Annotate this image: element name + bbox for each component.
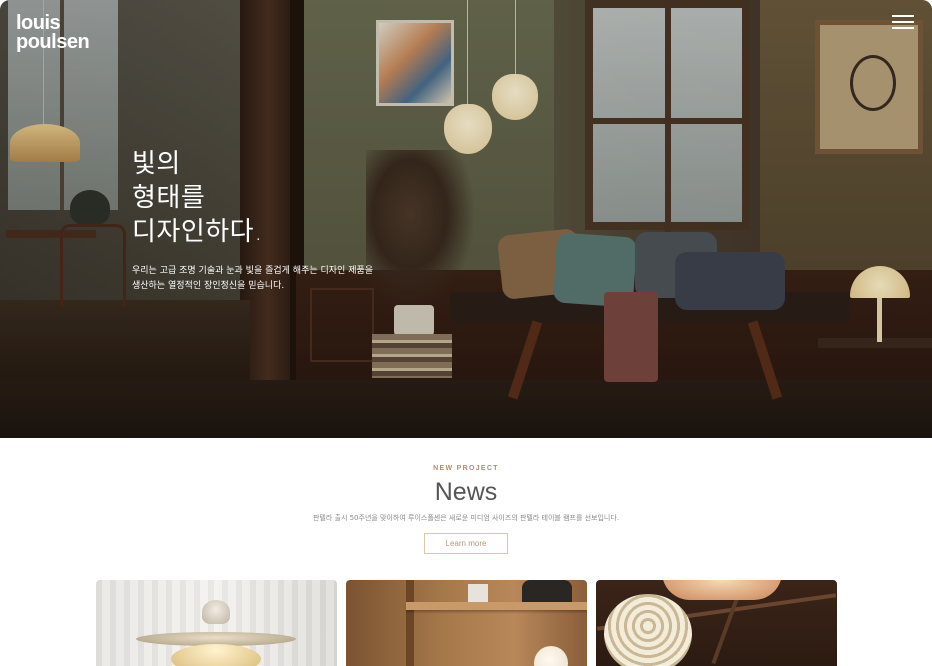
lamp-shade-bowl — [171, 644, 261, 666]
hero-title: 빛의 형태를 디자인하다. — [132, 147, 263, 249]
hero-description-line-2: 생산하는 열정적인 장인정신을 믿습니다. — [132, 281, 285, 291]
artichoke-lamp-icon — [604, 594, 692, 666]
pendant-lamp-icon — [202, 600, 230, 624]
news-card-1[interactable] — [96, 580, 337, 666]
hero-description-line-1: 우리는 고급 조명 기술과 눈과 빛을 즐겁게 해주는 디자인 제품을 — [132, 266, 374, 276]
hero-banner: louis poulsen 빛의 형태를 디자인하다. 우리는 고급 조명 기술… — [0, 0, 932, 438]
page: louis poulsen 빛의 형태를 디자인하다. 우리는 고급 조명 기술… — [0, 0, 932, 666]
wooden-shelf — [406, 602, 587, 610]
menu-bar — [892, 21, 914, 23]
hero-title-line-1: 빛의 — [132, 149, 181, 179]
brand-logo[interactable]: louis poulsen — [16, 13, 90, 53]
news-title: News — [434, 478, 498, 506]
learn-more-button[interactable]: Learn more — [424, 533, 508, 554]
news-card-3[interactable] — [596, 580, 837, 666]
hero-title-line-2: 형태를 — [132, 183, 206, 213]
hero-title-line-3: 디자인하다. — [132, 217, 263, 247]
news-card-2[interactable] — [346, 580, 587, 666]
logo-line-2: poulsen — [16, 31, 90, 53]
menu-bar — [892, 15, 914, 17]
globe-lamp-icon — [534, 646, 568, 666]
hero-description: 우리는 고급 조명 기술과 눈과 빛을 즐겁게 해주는 디자인 제품을 생산하는… — [132, 264, 373, 294]
copper-pendant-icon — [662, 580, 782, 600]
shelf-object — [468, 584, 488, 602]
shelf-object — [522, 580, 572, 602]
menu-bar — [892, 27, 914, 29]
news-eyebrow: NEW PROJECT — [433, 465, 499, 472]
hamburger-menu-icon[interactable] — [892, 13, 916, 31]
news-description: 판텔라 출시 50주년을 맞이하여 루이스폴센은 새로운 미디엄 사이즈의 판텔… — [312, 514, 620, 522]
shelf-side-panel — [406, 580, 414, 666]
